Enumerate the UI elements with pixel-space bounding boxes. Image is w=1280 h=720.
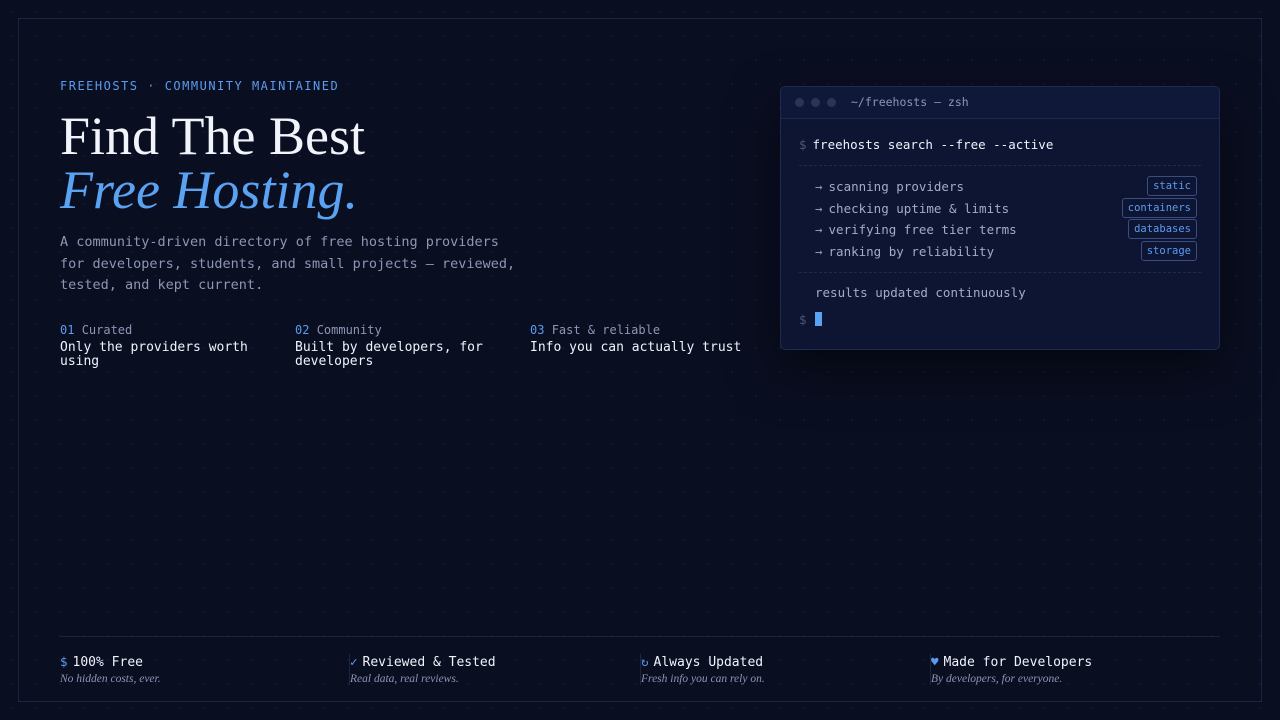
perk-free: $100% Free No hidden costs, ever. [60,654,340,685]
perk-subtitle: Fresh info you can rely on. [641,673,765,685]
perk-updated: ↻ Always Updated Fresh info you can rely … [640,654,920,685]
feature-description: Built by developers, for developers [295,340,483,369]
perk-title: Reviewed & Tested [362,655,496,670]
terminal-prompt: $ [799,137,807,152]
dollar-icon: $ [60,654,68,669]
perk-title-row: ♥ Made for Developers [931,654,1210,670]
terminal-input-line[interactable]: $ [799,312,822,327]
feature-description: Only the providers worth using [60,340,248,369]
arrow-right-icon: → [815,222,823,237]
tag-containers[interactable]: containers [1121,198,1197,218]
step-text: checking uptime & limits [828,201,1010,216]
terminal-step: → ranking by reliability [815,244,994,259]
feature-number: 03 [530,323,545,337]
tag-storage[interactable]: storage [1140,241,1197,261]
feature-label: 01 Curated [60,323,275,337]
terminal-prompt: $ [799,312,807,327]
step-text: scanning providers [828,179,964,194]
arrow-right-icon: → [815,201,823,216]
text-cursor [814,312,822,326]
window-close-dot[interactable] [795,98,804,107]
feature-community: 02 Community Built by developers, for de… [295,323,510,369]
feature-label-text: Community [316,323,382,337]
feature-curated: 01 Curated Only the providers worth usin… [60,323,275,369]
terminal-step: → scanning providers [815,179,964,194]
step-text: verifying free tier terms [828,222,1017,237]
terminal-divider [799,272,1201,273]
feature-description: Info you can actually trust [530,340,742,355]
terminal-result: results updated continuously [815,285,1026,300]
perk-subtitle: By developers, for everyone. [931,673,1063,685]
feature-label-text: Curated [81,323,133,337]
perk-title: Always Updated [653,655,764,670]
arrow-right-icon: → [815,244,823,259]
perk-title: Made for Developers [943,655,1093,670]
arrow-right-icon: → [815,179,823,194]
perk-subtitle: Real data, real reviews. [350,673,459,685]
perk-reviewed: ✓ Reviewed & Tested Real data, real revie… [349,654,629,685]
feature-number: 02 [295,323,310,337]
terminal-step: → checking uptime & limits [815,201,1009,216]
window-minimize-dot[interactable] [811,98,820,107]
terminal-divider [799,165,1201,166]
perk-developers: ♥ Made for Developers By developers, for … [930,654,1210,685]
terminal-titlebar: ~/freehosts — zsh [781,87,1219,119]
hero-description: A community-driven directory of free hos… [60,234,516,293]
feature-label: 03 Fast & reliable [530,323,745,337]
step-text: ranking by reliability [828,244,995,259]
heart-icon: ♥ [931,654,939,669]
eyebrow-label: FREEHOSTS · COMMUNITY MAINTAINED [60,79,340,93]
perk-title-row: ✓ Reviewed & Tested [350,654,629,670]
feature-label-text: Fast & reliable [551,323,661,337]
window-maximize-dot[interactable] [827,98,836,107]
perk-title: 100% Free [72,655,143,670]
hero-title-accent: Free Hosting. [60,160,358,220]
feature-label: 02 Community [295,323,510,337]
footer-divider [60,636,1220,637]
check-icon: ✓ [350,654,358,669]
perk-title-row: ↻ Always Updated [641,654,920,670]
terminal-window: ~/freehosts — zsh $ freehosts search --fr… [780,86,1220,350]
terminal-title: ~/freehosts — zsh [851,95,969,109]
feature-number: 01 [60,323,75,337]
perk-subtitle: No hidden costs, ever. [60,673,161,685]
terminal-command: freehosts search --free --active [812,137,1054,152]
terminal-step: → verifying free tier terms [815,222,1017,237]
hero-title: Find The Best [60,106,366,166]
refresh-icon: ↻ [641,654,649,669]
perk-title-row: $100% Free [60,654,340,670]
feature-fast-reliable: 03 Fast & reliable Info you can actually… [530,323,745,355]
terminal-command-line: $ freehosts search --free --active [799,137,1053,152]
tag-databases[interactable]: databases [1128,219,1197,239]
tag-static[interactable]: static [1147,176,1197,196]
